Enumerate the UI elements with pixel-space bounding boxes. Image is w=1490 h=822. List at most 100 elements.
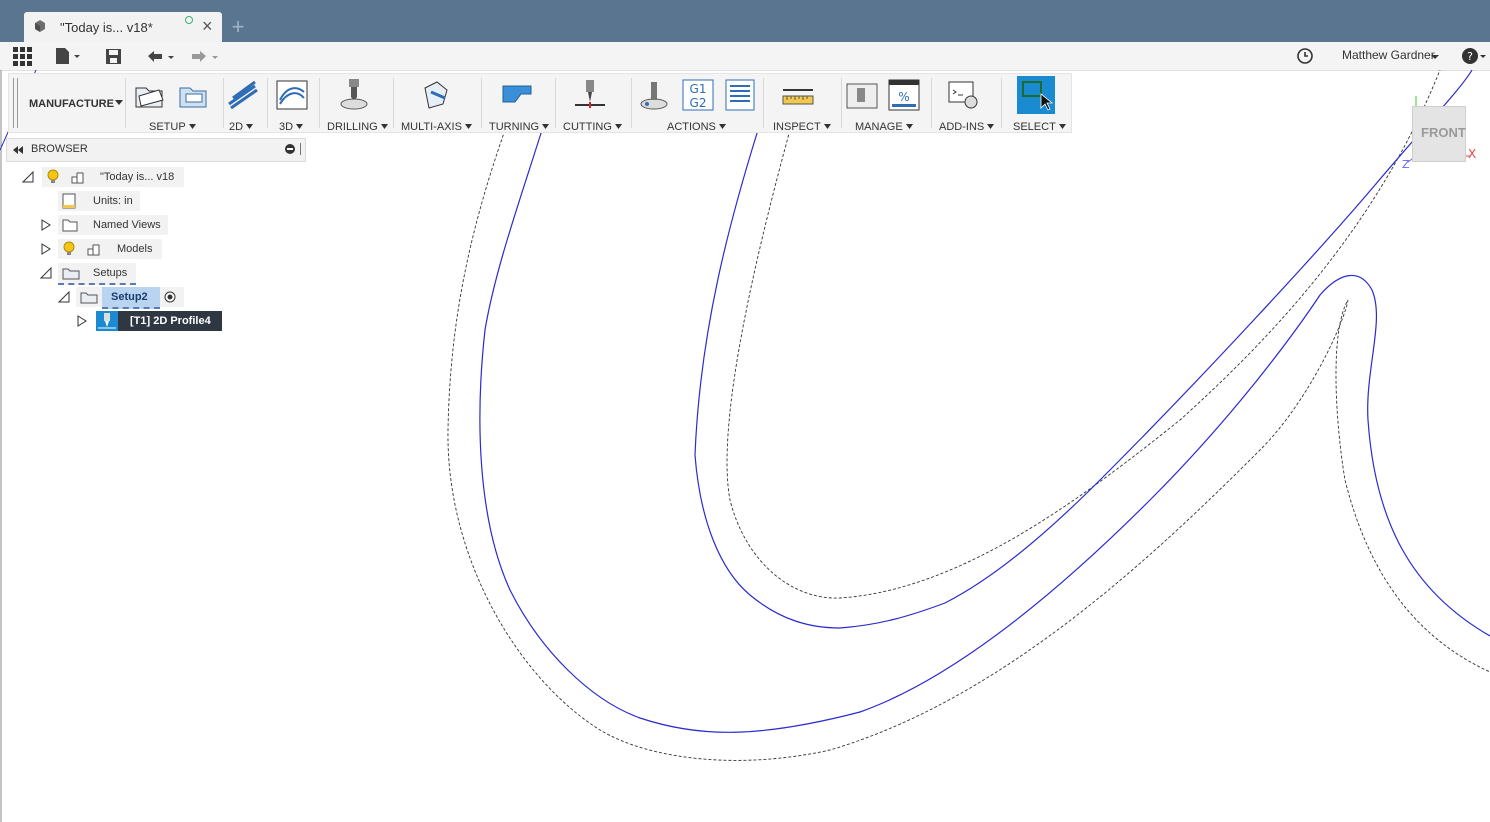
group-dropdown-chevron-icon[interactable] (542, 124, 550, 130)
tree-models-label: Models (117, 243, 153, 255)
setup2-icon (80, 292, 98, 304)
active-setup-radio-icon[interactable] (164, 291, 176, 303)
group-dropdown-chevron-icon[interactable] (614, 124, 622, 130)
setup-sheet-icon[interactable] (723, 78, 757, 112)
separator (319, 78, 320, 128)
operation-tool-icon (96, 311, 118, 331)
tree-setup2[interactable]: Setup2 (76, 287, 184, 309)
inspect-group[interactable]: INSPECT (765, 74, 839, 133)
setup-icon[interactable] (133, 78, 167, 112)
cutting-label[interactable]: CUTTING (563, 121, 622, 133)
group-dropdown-chevron-icon[interactable] (188, 124, 196, 130)
group-dropdown-chevron-icon[interactable] (718, 124, 726, 130)
multi-axis-icon[interactable] (419, 78, 453, 112)
turning-icon[interactable] (501, 78, 535, 112)
svg-text:G1: G1 (690, 82, 707, 96)
expand-setup2-icon[interactable] (58, 291, 70, 303)
group-dropdown-chevron-icon[interactable] (1058, 124, 1066, 130)
tree-units-label: Units: in (93, 195, 133, 207)
select-group[interactable]: SELECT (1005, 74, 1067, 133)
2d-label[interactable]: 2D (229, 121, 254, 133)
tree-operation-2d-profile[interactable]: [T1] 2D Profile4 (96, 311, 222, 331)
folder-icon (62, 219, 78, 232)
component-icon (71, 172, 84, 184)
group-dropdown-chevron-icon[interactable] (296, 124, 304, 130)
group-dropdown-chevron-icon[interactable] (987, 124, 995, 130)
expand-root-icon[interactable] (22, 171, 34, 183)
tree-setups[interactable]: Setups (58, 263, 136, 285)
visibility-bulb-icon[interactable] (46, 169, 60, 185)
measure-icon[interactable] (781, 78, 815, 112)
toolbar-grip-line (17, 78, 18, 128)
group-dropdown-chevron-icon[interactable] (246, 124, 254, 130)
expand-setups-icon[interactable] (40, 267, 52, 279)
collapse-browser-icon[interactable] (12, 146, 24, 154)
browser-panel-header[interactable]: BROWSER (6, 138, 306, 162)
add-ins-group[interactable]: ADD-INS (933, 74, 999, 133)
drilling-label[interactable]: DRILLING (327, 121, 388, 133)
separator (125, 78, 126, 128)
post-process-g1g2-icon[interactable]: G1G2 (681, 78, 715, 112)
add-ins-label[interactable]: ADD-INS (939, 121, 995, 133)
group-dropdown-chevron-icon[interactable] (905, 124, 913, 130)
manage-group[interactable]: % MANAGE (843, 74, 929, 133)
separator (481, 78, 482, 128)
workspace-switcher[interactable]: MANUFACTURE (29, 98, 114, 110)
cutting-icon[interactable] (573, 78, 607, 112)
group-dropdown-chevron-icon[interactable] (823, 124, 831, 130)
group-dropdown-chevron-icon[interactable] (464, 124, 472, 130)
tool-library-icon[interactable] (845, 78, 879, 112)
viewcube-face-label: FRONT (1421, 125, 1466, 140)
setup-label[interactable]: SETUP (149, 121, 196, 133)
drilling-group[interactable]: DRILLING (321, 74, 391, 133)
browser-resize-handle[interactable] (300, 143, 301, 155)
turning-label[interactable]: TURNING (489, 121, 550, 133)
separator (1001, 78, 1002, 128)
stock-setup-icon[interactable] (177, 78, 211, 112)
2d-group[interactable]: 2D (225, 74, 265, 133)
actions-group[interactable]: G1 G2 ACTIONS (633, 74, 757, 133)
multi-axis-label[interactable]: MULTI-AXIS (401, 121, 472, 133)
simulate-icon[interactable] (637, 78, 671, 112)
separator (267, 78, 268, 128)
turning-group[interactable]: TURNING (483, 74, 553, 133)
inspect-label[interactable]: INSPECT (773, 121, 831, 133)
expand-models-icon[interactable] (40, 243, 52, 255)
separator (931, 78, 932, 128)
toolpath-inner-loop (694, 69, 1473, 629)
tree-models[interactable]: Models (58, 239, 162, 259)
drilling-icon[interactable] (337, 78, 371, 112)
2d-milling-icon[interactable] (227, 78, 261, 112)
separator (631, 78, 632, 128)
tree-root-label: "Today is... v18 (100, 171, 175, 183)
window-select-icon[interactable] (1017, 76, 1055, 114)
scripts-addins-icon[interactable] (947, 78, 981, 112)
cutting-group[interactable]: CUTTING (557, 74, 629, 133)
post-library-icon[interactable]: % (887, 78, 921, 112)
tree-root-document[interactable]: "Today is... v18 (42, 167, 184, 187)
viewcube-front-face[interactable]: FRONT (1412, 106, 1466, 162)
toolbar-grip[interactable] (13, 78, 14, 128)
expand-named-views-icon[interactable] (40, 219, 52, 231)
separator (223, 78, 224, 128)
part-outline-dashed (447, 129, 1490, 761)
browser-minus-icon[interactable] (285, 144, 295, 154)
expand-operation-icon[interactable] (76, 315, 88, 327)
group-dropdown-chevron-icon[interactable] (380, 124, 388, 130)
models-visibility-bulb-icon[interactable] (62, 241, 76, 257)
axis-z-label: Z (1402, 158, 1410, 170)
setup-group[interactable]: SETUP (127, 74, 215, 133)
3d-milling-icon[interactable] (275, 78, 309, 112)
workspace-chevron-icon[interactable] (115, 100, 123, 106)
actions-label[interactable]: ACTIONS (667, 121, 726, 133)
tree-named-views[interactable]: Named Views (58, 215, 168, 235)
tree-named-views-label: Named Views (93, 219, 161, 231)
axis-x-label: X (1468, 147, 1476, 161)
select-label[interactable]: SELECT (1013, 121, 1066, 133)
3d-group[interactable]: 3D (271, 74, 317, 133)
3d-label[interactable]: 3D (279, 121, 304, 133)
multi-axis-group[interactable]: MULTI-AXIS (395, 74, 479, 133)
tree-units[interactable]: Units: in (58, 191, 140, 211)
manage-label[interactable]: MANAGE (855, 121, 913, 133)
models-component-icon (87, 244, 100, 256)
